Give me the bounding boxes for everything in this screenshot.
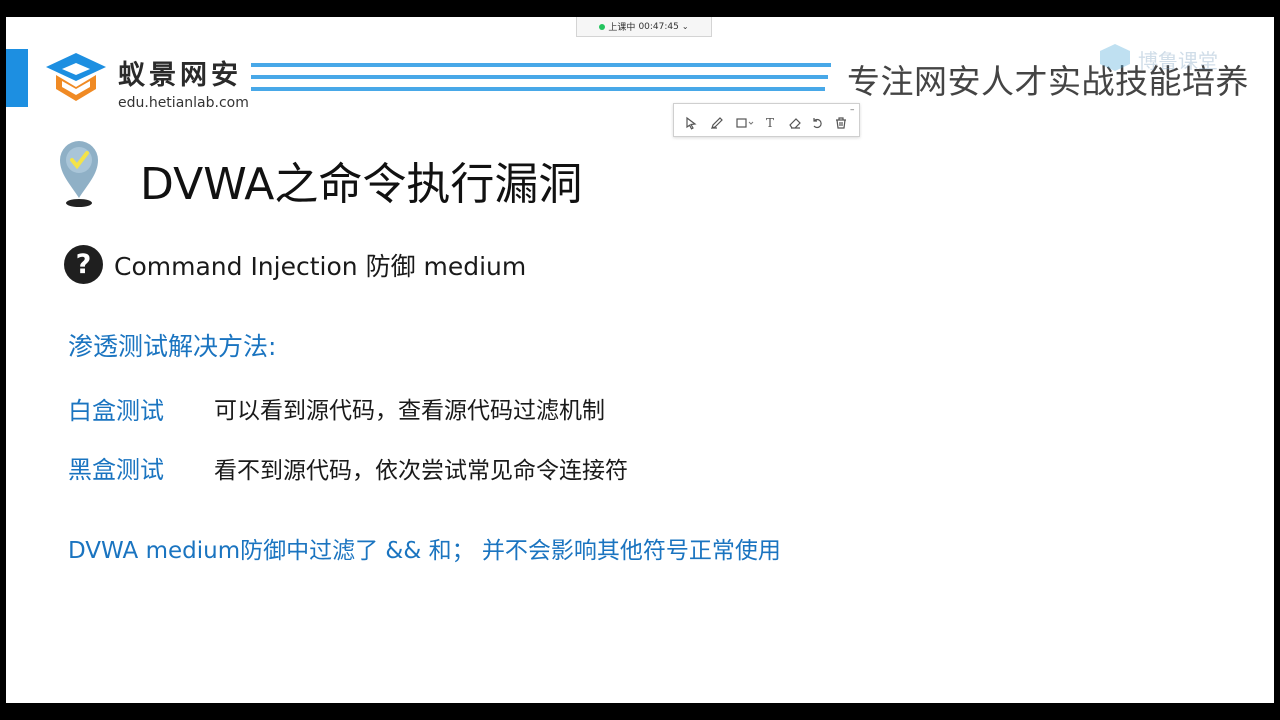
top-black-bar: [0, 0, 1280, 17]
page-title: DVWA之命令执行漏洞: [140, 159, 583, 210]
checkmark-pin-icon: [60, 141, 98, 207]
watermark: 博鲁课堂: [1098, 42, 1258, 74]
medium-filter-note: DVWA medium防御中过滤了 && 和； 并不会影响其他符号正常使用: [68, 538, 781, 564]
drawing-toolbar: – T: [673, 103, 860, 137]
header-stripe: [251, 63, 831, 67]
eraser-icon[interactable]: [788, 116, 802, 130]
method-label: 白盒测试: [68, 397, 164, 425]
header-stripe: [251, 87, 825, 91]
bottom-black-bar: [0, 703, 1280, 720]
trash-icon[interactable]: [834, 116, 848, 130]
logo-url: edu.hetianlab.com: [118, 95, 249, 111]
method-description: 可以看到源代码，查看源代码过滤机制: [214, 398, 605, 424]
recording-indicator-icon: [599, 23, 606, 30]
logo: 蚁景网安 edu.hetianlab.com: [44, 47, 254, 111]
pen-icon[interactable]: [710, 116, 724, 130]
logo-name: 蚁景网安: [118, 60, 242, 91]
watermark-logo-icon: [1100, 44, 1130, 71]
chevron-down-icon[interactable]: ⌄: [682, 22, 689, 31]
recording-status: 上课中: [608, 23, 636, 33]
left-accent-bar: [6, 49, 28, 107]
undo-icon[interactable]: [810, 116, 824, 130]
method-label: 黑盒测试: [68, 456, 164, 484]
methods-heading: 渗透测试解决方法:: [68, 332, 277, 361]
question-icon: ?: [64, 245, 103, 284]
watermark-text: 博鲁课堂: [1138, 49, 1218, 73]
recording-timer: 00:47:45: [638, 21, 679, 32]
rectangle-icon[interactable]: [735, 116, 755, 130]
recording-status-bar[interactable]: 上课中 00:47:45 ⌄: [576, 17, 712, 37]
text-icon[interactable]: T: [763, 116, 777, 130]
subtitle: Command Injection 防御 medium: [114, 252, 527, 281]
select-icon[interactable]: [684, 116, 698, 130]
slide: 蚁景网安 edu.hetianlab.com 专注网安人才实战技能培养 博鲁课堂…: [6, 17, 1274, 703]
header-stripe: [251, 75, 828, 79]
graduation-cap-icon: [46, 53, 106, 101]
toolbar-minimize-button[interactable]: –: [850, 105, 855, 115]
method-description: 看不到源代码，依次尝试常见命令连接符: [214, 458, 628, 484]
